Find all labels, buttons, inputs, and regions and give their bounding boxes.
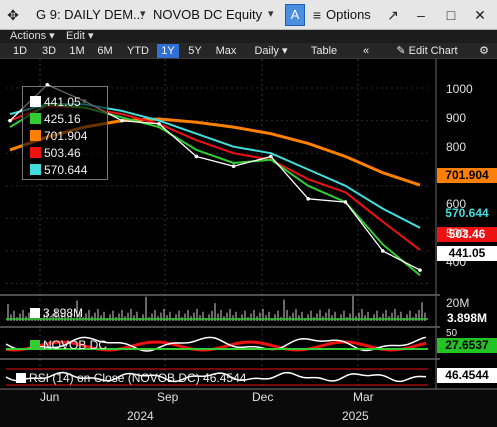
price-point bbox=[231, 164, 236, 169]
volume-legend: 3.898M bbox=[30, 306, 83, 320]
range-1d[interactable]: 1D bbox=[10, 44, 30, 58]
price-marker-label: 701.904 bbox=[437, 168, 497, 183]
maximize-icon[interactable]: □ bbox=[440, 4, 462, 26]
price-point bbox=[343, 200, 348, 204]
rsi-value-label: 46.4544 bbox=[437, 368, 497, 383]
legend-swatch bbox=[30, 164, 41, 175]
edit-chart-button[interactable]: ✎ Edit Chart bbox=[380, 44, 474, 58]
x-year-2025: 2025 bbox=[342, 409, 369, 423]
legend-entry: 701.904 bbox=[30, 129, 87, 144]
period-dropdown[interactable]: Daily ▾ bbox=[246, 44, 296, 58]
collapse-icon[interactable]: « bbox=[358, 44, 374, 58]
y-tick-400: 400 bbox=[446, 255, 467, 269]
y-tick-600: 600 bbox=[446, 197, 467, 211]
legend-entry: 503.46 bbox=[30, 146, 81, 161]
x-tick-jun: Jun bbox=[40, 390, 60, 404]
actions-menu[interactable]: Actions ▾ bbox=[10, 30, 55, 43]
ticker-label[interactable]: NOVOB DC Equity bbox=[153, 7, 262, 22]
title-bar: ✥ G 9: DAILY DEM... ▾ NOVOB DC Equity ▾ … bbox=[0, 0, 497, 30]
ticker-dropdown-icon[interactable]: ▾ bbox=[268, 7, 274, 20]
relative-value-label: 27.6537 bbox=[437, 338, 497, 353]
table-button[interactable]: Table bbox=[304, 44, 344, 58]
rsi-legend: RSI (14) on Close (NOVOB DC) 46.4544 bbox=[16, 371, 246, 385]
price-point bbox=[418, 268, 422, 272]
legend-value: 425.16 bbox=[44, 112, 81, 126]
price-point bbox=[380, 249, 385, 253]
x-axis-band bbox=[0, 389, 497, 427]
y-tick-800: 800 bbox=[446, 140, 467, 154]
minimize-icon[interactable]: – bbox=[410, 4, 432, 26]
price-point bbox=[269, 154, 273, 159]
y-tick-500: 500 bbox=[446, 226, 467, 240]
legend-swatch bbox=[30, 113, 41, 124]
legend-value: 701.904 bbox=[44, 129, 88, 143]
y-tick-900: 900 bbox=[446, 111, 467, 125]
volume-axis-label: 20M bbox=[446, 296, 470, 310]
chart-toolbar: 1D 3D 1M 6M YTD 1Y 5Y Max Daily ▾ Table … bbox=[0, 43, 497, 59]
volume-value-label: 3.898M bbox=[437, 311, 497, 326]
window-title: G 9: DAILY DEM... bbox=[36, 7, 144, 22]
menu-row: Actions ▾ Edit ▾ bbox=[0, 30, 497, 43]
edit-menu[interactable]: Edit ▾ bbox=[66, 30, 94, 43]
x-tick-dec: Dec bbox=[252, 390, 274, 404]
y-tick-1000: 1000 bbox=[446, 82, 473, 96]
a-button[interactable]: A bbox=[285, 4, 305, 26]
range-6m[interactable]: 6M bbox=[94, 44, 116, 58]
legend-swatch bbox=[30, 147, 41, 158]
legend-value: 441.05 bbox=[44, 95, 81, 109]
range-5y[interactable]: 5Y bbox=[184, 44, 206, 58]
range-1y[interactable]: 1Y bbox=[157, 44, 179, 58]
relative-legend: NOVOB DC bbox=[30, 338, 107, 352]
legend-swatch bbox=[30, 96, 41, 107]
legend-entry: 425.16 bbox=[30, 112, 81, 127]
price-point bbox=[8, 118, 12, 123]
options-menu[interactable]: Options bbox=[326, 7, 371, 22]
price-point bbox=[194, 154, 199, 159]
popout-icon[interactable]: ↗ bbox=[382, 4, 404, 26]
price-point bbox=[157, 122, 161, 126]
settings-icon[interactable]: ⚙ bbox=[476, 44, 492, 58]
title-dropdown-icon[interactable]: ▾ bbox=[140, 7, 146, 20]
legend-value: 503.46 bbox=[44, 146, 81, 160]
x-tick-sep: Sep bbox=[157, 390, 179, 404]
legend-entry: 441.05 bbox=[30, 95, 81, 110]
range-3d[interactable]: 3D bbox=[38, 44, 60, 58]
close-icon[interactable]: ✕ bbox=[469, 4, 491, 26]
legend-entry: 570.644 bbox=[30, 163, 87, 178]
price-point bbox=[306, 197, 310, 201]
hamburger-icon[interactable]: ≡ bbox=[306, 4, 328, 26]
x-year-2024: 2024 bbox=[127, 409, 154, 423]
range-ytd[interactable]: YTD bbox=[124, 44, 152, 58]
range-1m[interactable]: 1M bbox=[66, 44, 88, 58]
range-max[interactable]: Max bbox=[212, 44, 240, 58]
move-icon[interactable]: ✥ bbox=[2, 4, 24, 26]
legend-value: 570.644 bbox=[44, 163, 88, 177]
x-tick-mar: Mar bbox=[353, 390, 374, 404]
legend-swatch bbox=[30, 130, 41, 141]
price-point bbox=[120, 118, 124, 123]
